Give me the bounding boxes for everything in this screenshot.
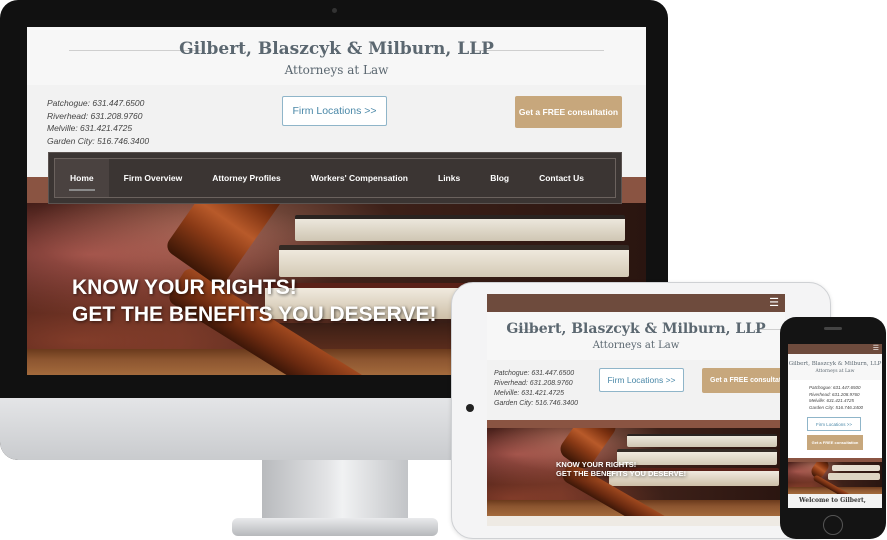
iphone-phone-garden-city[interactable]: Garden City: 516.746.3400 bbox=[809, 405, 863, 412]
nav-blog[interactable]: Blog bbox=[475, 159, 524, 197]
main-nav: Home Firm Overview Attorney Profiles Wor… bbox=[48, 152, 622, 204]
ipad-screen: ☰ Gilbert, Blaszcyk & Milburn, LLP Attor… bbox=[487, 294, 785, 526]
nav-workers-compensation[interactable]: Workers' Compensation bbox=[296, 159, 423, 197]
iphone-welcome-text: Welcome to Gilbert, bbox=[799, 497, 866, 504]
ipad-firm-tagline: Attorneys at Law bbox=[592, 340, 680, 351]
iphone-free-consultation-button[interactable]: Get a FREE consultation bbox=[807, 435, 863, 450]
iphone-home-button bbox=[823, 515, 843, 535]
firm-name[interactable]: Gilbert, Blaszcyk & Milburn, LLP bbox=[27, 39, 646, 59]
imac-camera bbox=[332, 8, 337, 13]
ipad-firm-locations-button[interactable]: Firm Locations >> bbox=[599, 368, 684, 392]
iphone-phone-patchogue[interactable]: Patchogue: 631.447.6500 bbox=[809, 385, 863, 392]
ipad-office-phones: Patchogue: 631.447.6500 Riverhead: 631.2… bbox=[494, 369, 578, 409]
iphone-firm-locations-button[interactable]: Firm Locations >> bbox=[807, 417, 861, 431]
ipad-phone-riverhead[interactable]: Riverhead: 631.208.9760 bbox=[494, 379, 578, 389]
iphone-top-bar: ☰ bbox=[788, 344, 882, 354]
nav-attorney-profiles[interactable]: Attorney Profiles bbox=[197, 159, 296, 197]
ipad-phone-patchogue[interactable]: Patchogue: 631.447.6500 bbox=[494, 369, 578, 379]
phone-riverhead[interactable]: Riverhead: 631.208.9760 bbox=[47, 110, 149, 123]
nav-home[interactable]: Home bbox=[55, 159, 109, 197]
iphone-welcome-bar: Welcome to Gilbert, bbox=[788, 494, 882, 508]
ipad-content-strip bbox=[487, 516, 785, 526]
ipad-phone-melville[interactable]: Melville: 631.421.4725 bbox=[494, 389, 578, 399]
ipad-header bbox=[487, 312, 785, 362]
phone-patchogue[interactable]: Patchogue: 631.447.6500 bbox=[47, 97, 149, 110]
hero-line-1: KNOW YOUR RIGHTS! bbox=[72, 276, 297, 299]
iphone-screen: ☰ Gilbert, Blaszcyk & Milburn, LLP Attor… bbox=[788, 344, 882, 508]
iphone-firm-tagline: Attorneys at Law bbox=[815, 369, 855, 374]
ipad-firm-name[interactable]: Gilbert, Blaszcyk & Milburn, LLP bbox=[487, 321, 785, 337]
hamburger-menu-icon[interactable]: ☰ bbox=[873, 345, 879, 353]
iphone-header bbox=[788, 354, 882, 380]
hamburger-menu-icon[interactable]: ☰ bbox=[769, 297, 779, 309]
nav-contact-us[interactable]: Contact Us bbox=[524, 159, 599, 197]
free-consultation-button[interactable]: Get a FREE consultation bbox=[515, 96, 622, 128]
ipad-hero-line-1: KNOW YOUR RIGHTS! bbox=[556, 460, 637, 469]
phone-melville[interactable]: Melville: 631.421.4725 bbox=[47, 122, 149, 135]
firm-locations-button[interactable]: Firm Locations >> bbox=[282, 96, 387, 126]
imac-stand-neck bbox=[262, 460, 408, 522]
phone-garden-city[interactable]: Garden City: 516.746.3400 bbox=[47, 135, 149, 148]
firm-tagline: Attorneys at Law bbox=[284, 63, 389, 77]
iphone-speaker bbox=[824, 327, 842, 330]
ipad-hero-line-2: GET THE BENEFITS YOU DESERVE! bbox=[556, 469, 687, 478]
ipad-home-button bbox=[466, 404, 474, 412]
iphone-firm-name[interactable]: Gilbert, Blaszcyk & Milburn, LLP bbox=[788, 361, 882, 367]
ipad-free-consultation-button[interactable]: Get a FREE consultation bbox=[702, 368, 785, 393]
iphone-hero-image bbox=[788, 462, 882, 494]
ipad-hero-headline: KNOW YOUR RIGHTS! GET THE BENEFITS YOU D… bbox=[556, 460, 686, 478]
main-nav-inner: Home Firm Overview Attorney Profiles Wor… bbox=[54, 158, 616, 198]
nav-firm-overview[interactable]: Firm Overview bbox=[109, 159, 198, 197]
nav-links[interactable]: Links bbox=[423, 159, 475, 197]
hero-line-2: GET THE BENEFITS YOU DESERVE! bbox=[72, 303, 437, 326]
imac-stand-base bbox=[232, 518, 438, 536]
ipad-top-bar: ☰ bbox=[487, 294, 785, 312]
site-header: Gilbert, Blaszcyk & Milburn, LLP Attorne… bbox=[27, 27, 646, 85]
iphone-office-phones: Patchogue: 631.447.6500 Riverhead: 631.2… bbox=[809, 385, 863, 411]
ipad-nav-accent-strip bbox=[487, 420, 785, 428]
hero-headline: KNOW YOUR RIGHTS! GET THE BENEFITS YOU D… bbox=[72, 274, 436, 328]
office-phones: Patchogue: 631.447.6500 Riverhead: 631.2… bbox=[47, 97, 149, 147]
ipad-phone-garden-city[interactable]: Garden City: 516.746.3400 bbox=[494, 399, 578, 409]
